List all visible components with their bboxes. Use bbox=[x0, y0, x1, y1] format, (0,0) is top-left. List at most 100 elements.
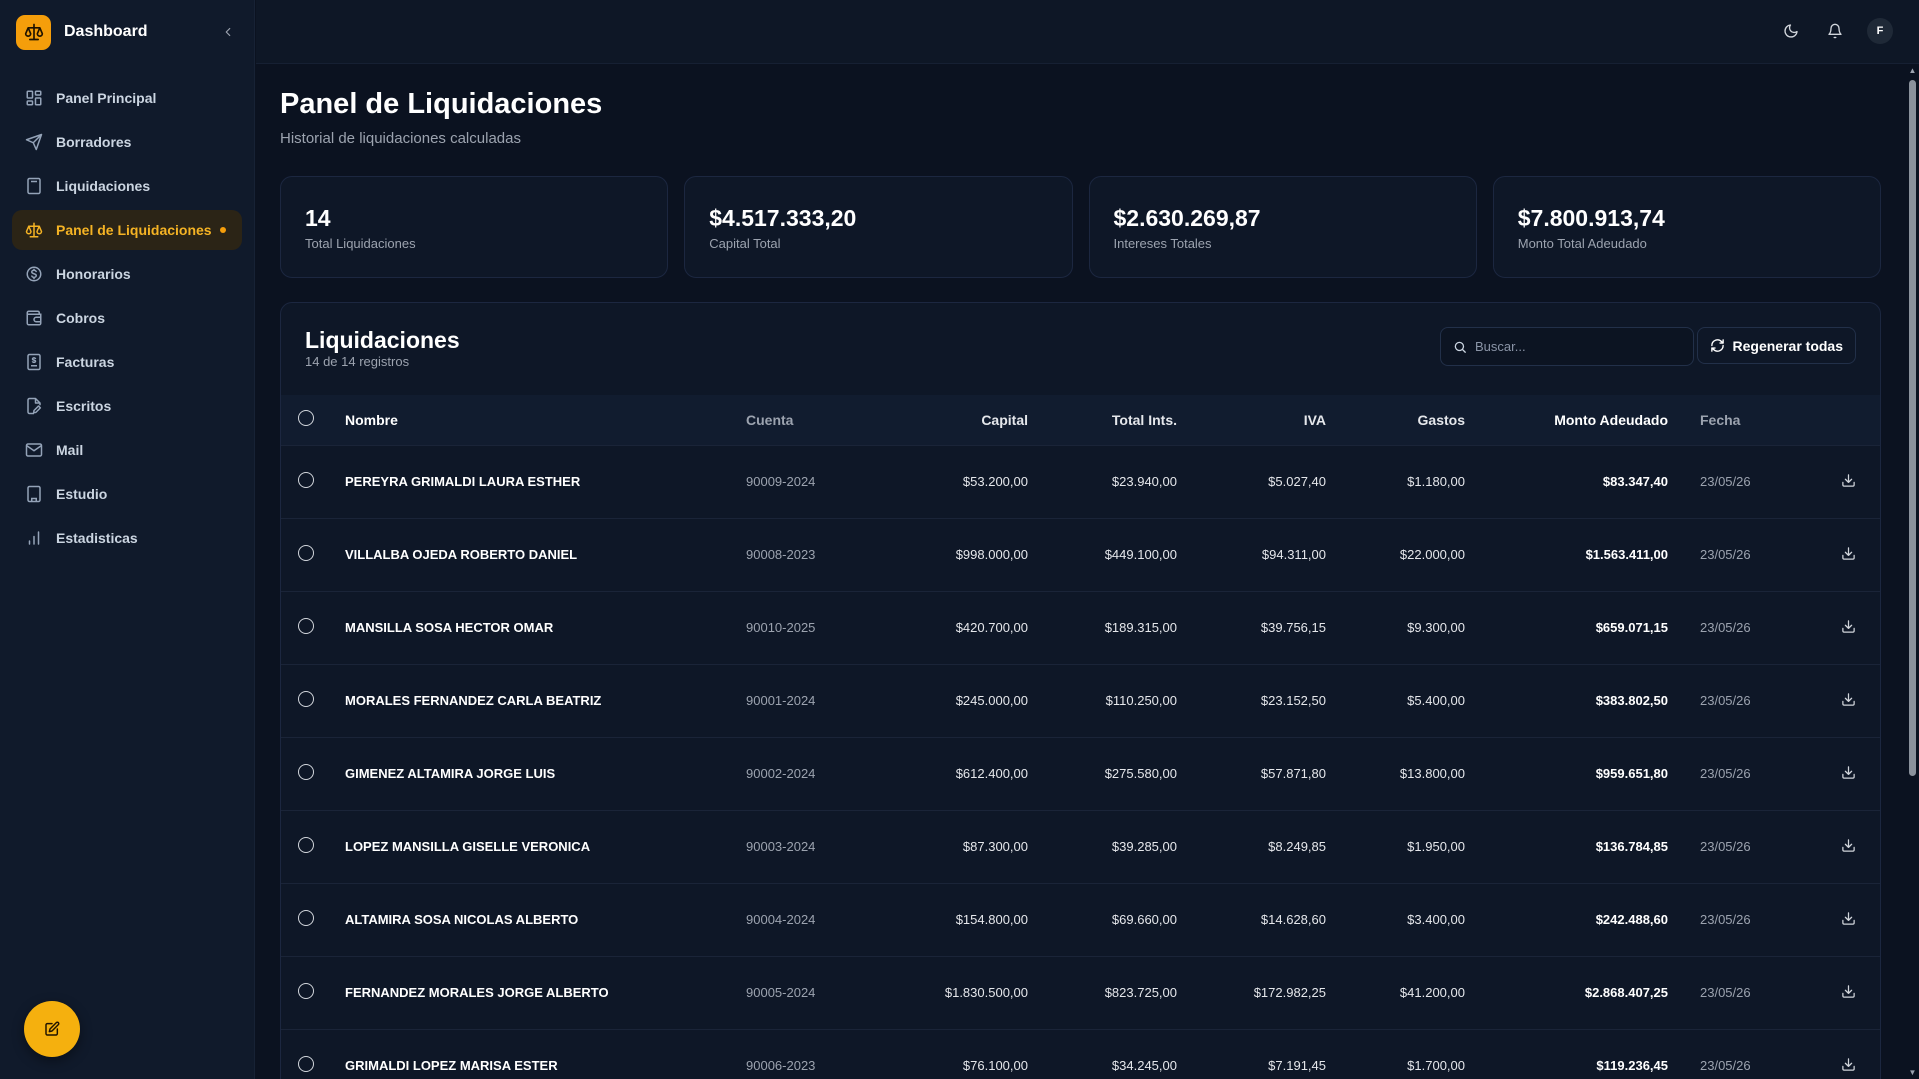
col-header-iva[interactable]: IVA bbox=[1177, 395, 1326, 445]
brand: Dashboard bbox=[0, 0, 254, 64]
cell-capital: $245.000,00 bbox=[955, 693, 1028, 708]
row-select-radio[interactable] bbox=[298, 983, 314, 999]
cell-cuenta: 90010-2025 bbox=[746, 620, 816, 635]
table-row[interactable]: MANSILLA SOSA HECTOR OMAR 90010-2025 $420.… bbox=[281, 591, 1880, 664]
row-select-radio[interactable] bbox=[298, 691, 314, 707]
table-row[interactable]: LOPEZ MANSILLA GISELLE VERONICA 90003-202… bbox=[281, 810, 1880, 883]
sidebar-item-panel-de-liquidaciones[interactable]: Panel de Liquidaciones bbox=[12, 210, 242, 250]
moon-icon[interactable] bbox=[1779, 19, 1803, 43]
table-row[interactable]: GIMENEZ ALTAMIRA JORGE LUIS 90002-2024 $61… bbox=[281, 737, 1880, 810]
liquidaciones-panel: Liquidaciones 14 de 14 registros Regener… bbox=[280, 302, 1881, 1079]
download-icon[interactable] bbox=[1841, 473, 1856, 488]
sidebar-item-borradores[interactable]: Borradores bbox=[12, 122, 242, 162]
cell-gastos: $9.300,00 bbox=[1407, 620, 1465, 635]
col-header-monto-adeudado[interactable]: Monto Adeudado bbox=[1465, 395, 1668, 445]
download-icon[interactable] bbox=[1841, 911, 1856, 926]
table-row[interactable]: MORALES FERNANDEZ CARLA BEATRIZ 90001-202… bbox=[281, 664, 1880, 737]
refresh-icon bbox=[1710, 338, 1725, 353]
row-select-radio[interactable] bbox=[298, 764, 314, 780]
download-icon[interactable] bbox=[1841, 692, 1856, 707]
invoice-icon bbox=[24, 352, 44, 372]
row-select-radio[interactable] bbox=[298, 545, 314, 561]
stat-card: $7.800.913,74 Monto Total Adeudado bbox=[1492, 176, 1881, 278]
sidebar-item-mail[interactable]: Mail bbox=[12, 430, 242, 470]
cell-monto-adeudado: $383.802,50 bbox=[1595, 693, 1668, 708]
sidebar-item-estudio[interactable]: Estudio bbox=[12, 474, 242, 514]
sidebar-item-label: Facturas bbox=[56, 354, 115, 370]
sidebar-item-honorarios[interactable]: Honorarios bbox=[12, 254, 242, 294]
col-header-capital[interactable]: Capital bbox=[879, 395, 1028, 445]
row-select-radio[interactable] bbox=[298, 472, 314, 488]
col-header-gastos[interactable]: Gastos bbox=[1326, 395, 1465, 445]
row-select-radio[interactable] bbox=[298, 1056, 314, 1073]
download-icon[interactable] bbox=[1841, 1057, 1856, 1072]
download-icon[interactable] bbox=[1841, 546, 1856, 561]
download-icon[interactable] bbox=[1841, 984, 1856, 999]
scroll-up-arrow-icon[interactable]: ▲ bbox=[1908, 66, 1917, 75]
cell-total-ints: $823.725,00 bbox=[1104, 985, 1177, 1000]
download-icon[interactable] bbox=[1841, 838, 1856, 853]
cell-nombre: MORALES FERNANDEZ CARLA BEATRIZ bbox=[345, 693, 602, 708]
col-header-fecha[interactable]: Fecha bbox=[1668, 395, 1778, 445]
cell-monto-adeudado: $2.868.407,25 bbox=[1584, 985, 1668, 1000]
download-icon[interactable] bbox=[1841, 765, 1856, 780]
cell-fecha: 23/05/26 bbox=[1700, 547, 1751, 562]
sidebar-item-liquidaciones[interactable]: Liquidaciones bbox=[12, 166, 242, 206]
cell-gastos: $3.400,00 bbox=[1407, 912, 1465, 927]
cell-gastos: $5.400,00 bbox=[1407, 693, 1465, 708]
row-select-radio[interactable] bbox=[298, 910, 314, 926]
liquidaciones-table: Nombre Cuenta Capital Total Ints. IVA Ga… bbox=[281, 395, 1880, 1079]
chevron-left-icon[interactable] bbox=[218, 22, 238, 42]
cell-total-ints: $39.285,00 bbox=[1111, 839, 1177, 854]
cell-fecha: 23/05/26 bbox=[1700, 766, 1751, 781]
brand-title: Dashboard bbox=[64, 23, 148, 40]
cell-nombre: GIMENEZ ALTAMIRA JORGE LUIS bbox=[345, 766, 556, 781]
sidebar-item-label: Borradores bbox=[56, 134, 132, 150]
scroll-down-arrow-icon[interactable]: ▼ bbox=[1908, 1068, 1917, 1077]
select-all-radio[interactable] bbox=[298, 410, 314, 427]
cell-monto-adeudado: $242.488,60 bbox=[1595, 912, 1668, 927]
row-select-radio[interactable] bbox=[298, 618, 314, 634]
cell-fecha: 23/05/26 bbox=[1700, 620, 1751, 635]
building-icon bbox=[24, 484, 44, 504]
cell-total-ints: $110.250,00 bbox=[1105, 693, 1177, 708]
table-row[interactable]: ALTAMIRA SOSA NICOLAS ALBERTO 90004-2024 $… bbox=[281, 883, 1880, 956]
cell-fecha: 23/05/26 bbox=[1700, 693, 1751, 708]
regenerate-all-button[interactable]: Regenerar todas bbox=[1696, 327, 1856, 364]
cell-iva: $57.871,80 bbox=[1260, 766, 1326, 781]
cell-cuenta: 90008-2023 bbox=[746, 547, 816, 562]
table-row[interactable]: FERNANDEZ MORALES JORGE ALBERTO 90005-202… bbox=[281, 956, 1880, 1029]
stat-label: Intereses Totales bbox=[1113, 236, 1212, 251]
row-select-radio[interactable] bbox=[298, 837, 314, 853]
page-title: Panel de Liquidaciones bbox=[280, 88, 603, 120]
scroll-thumb[interactable] bbox=[1909, 80, 1916, 776]
sidebar-item-label: Estudio bbox=[56, 486, 108, 502]
cell-iva: $7.191,45 bbox=[1268, 1058, 1326, 1074]
search-input[interactable] bbox=[1475, 339, 1675, 354]
scrollbar[interactable]: ▲ ▼ bbox=[1906, 64, 1919, 1079]
bell-icon[interactable] bbox=[1823, 19, 1847, 43]
col-header-cuenta[interactable]: Cuenta bbox=[746, 395, 879, 445]
sidebar-item-estadisticas[interactable]: Estadisticas bbox=[12, 518, 242, 558]
sidebar-item-label: Panel Principal bbox=[56, 90, 157, 106]
cell-gastos: $13.800,00 bbox=[1399, 766, 1465, 781]
compose-button[interactable] bbox=[24, 1001, 80, 1057]
table-row[interactable]: VILLALBA OJEDA ROBERTO DANIEL 90008-2023 $… bbox=[281, 518, 1880, 591]
download-icon[interactable] bbox=[1841, 619, 1856, 634]
sidebar-item-facturas[interactable]: Facturas bbox=[12, 342, 242, 382]
cell-fecha: 23/05/26 bbox=[1700, 985, 1751, 1000]
table-row[interactable]: PEREYRA GRIMALDI LAURA ESTHER 90009-2024 $… bbox=[281, 445, 1880, 518]
sidebar-item-cobros[interactable]: Cobros bbox=[12, 298, 242, 338]
sidebar-item-escritos[interactable]: Escritos bbox=[12, 386, 242, 426]
cell-nombre: LOPEZ MANSILLA GISELLE VERONICA bbox=[345, 839, 591, 854]
mail-icon bbox=[24, 440, 44, 460]
topbar: F bbox=[256, 0, 1919, 64]
cell-nombre: MANSILLA SOSA HECTOR OMAR bbox=[345, 620, 554, 635]
sidebar-item-panel-principal[interactable]: Panel Principal bbox=[12, 78, 242, 118]
table-row[interactable]: GRIMALDI LOPEZ MARISA ESTER 90006-2023 $76… bbox=[281, 1029, 1880, 1079]
cell-iva: $5.027,40 bbox=[1268, 474, 1326, 489]
cell-nombre: FERNANDEZ MORALES JORGE ALBERTO bbox=[345, 985, 609, 1000]
col-header-total-ints[interactable]: Total Ints. bbox=[1028, 395, 1177, 445]
avatar[interactable]: F bbox=[1867, 18, 1893, 44]
col-header-nombre[interactable]: Nombre bbox=[345, 395, 746, 445]
